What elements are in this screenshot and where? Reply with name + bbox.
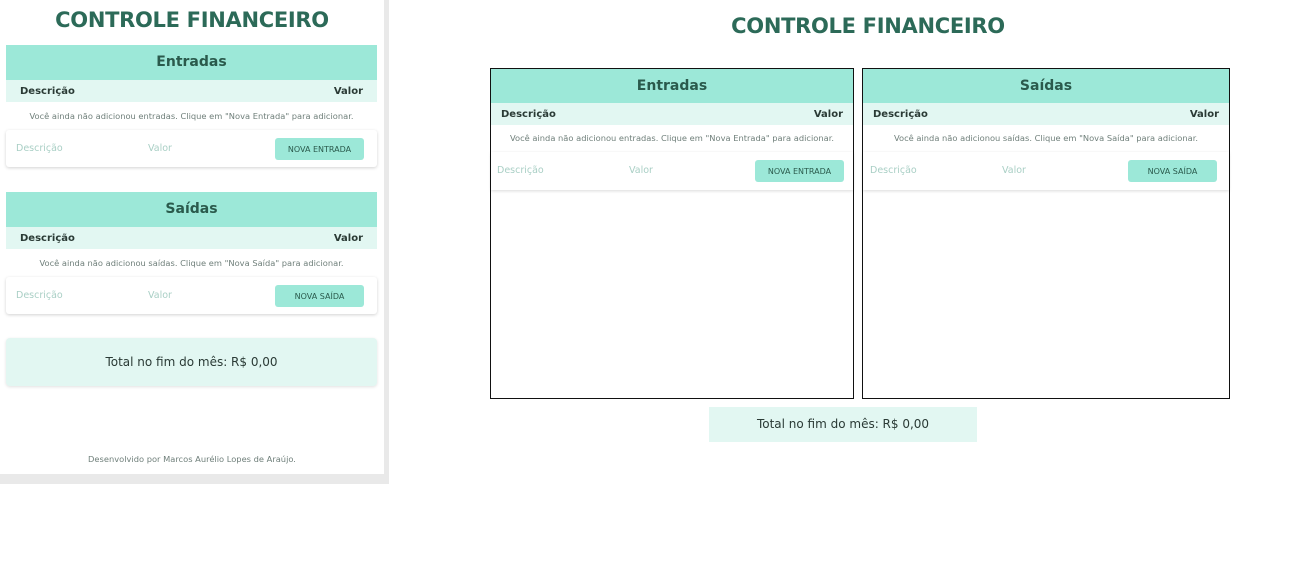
saidas-heading: Saídas	[863, 69, 1229, 103]
page-title: CONTROLE FINANCEIRO	[55, 8, 329, 32]
entrada-value-input[interactable]	[148, 140, 248, 157]
entradas-panel: Entradas Descrição Valor Você ainda não …	[490, 68, 854, 399]
footer-credit: Desenvolvido por Marcos Aurélio Lopes de…	[88, 454, 296, 464]
saidas-form: NOVA SAÍDA	[863, 152, 1229, 190]
entradas-form: NOVA ENTRADA	[491, 152, 853, 190]
entradas-section: Entradas Descrição Valor Você ainda não …	[6, 45, 377, 167]
total-summary: Total no fim do mês: R$ 0,00	[709, 407, 977, 442]
saidas-empty-message: Você ainda não adicionou saídas. Clique …	[894, 133, 1198, 143]
entradas-form: NOVA ENTRADA	[6, 130, 377, 167]
entradas-column-header: Descrição Valor	[6, 80, 377, 102]
mobile-preview-screen: CONTROLE FINANCEIRO Entradas Descrição V…	[0, 0, 384, 474]
nova-saida-button[interactable]: NOVA SAÍDA	[275, 285, 364, 307]
column-value-label: Valor	[333, 232, 363, 244]
nova-entrada-button[interactable]: NOVA ENTRADA	[755, 160, 844, 182]
entradas-empty-message: Você ainda não adicionou entradas. Cliqu…	[510, 133, 834, 143]
saida-value-input[interactable]	[1002, 162, 1102, 179]
saidas-column-header: Descrição Valor	[6, 227, 377, 249]
page-title: CONTROLE FINANCEIRO	[731, 14, 1005, 38]
entrada-value-input[interactable]	[629, 162, 729, 179]
nova-saida-button[interactable]: NOVA SAÍDA	[1128, 160, 1217, 182]
column-value-label: Valor	[1189, 108, 1219, 120]
mobile-preview-frame: CONTROLE FINANCEIRO Entradas Descrição V…	[0, 0, 389, 484]
saidas-panel: Saídas Descrição Valor Você ainda não ad…	[862, 68, 1230, 399]
entradas-heading: Entradas	[6, 45, 377, 80]
saidas-form: NOVA SAÍDA	[6, 277, 377, 314]
entradas-column-header: Descrição Valor	[491, 103, 853, 125]
saidas-heading: Saídas	[6, 192, 377, 227]
saidas-column-header: Descrição Valor	[863, 103, 1229, 125]
saidas-empty-message: Você ainda não adicionou saídas. Clique …	[39, 258, 344, 268]
saidas-section: Saídas Descrição Valor Você ainda não ad…	[6, 192, 377, 314]
entrada-description-input[interactable]	[16, 140, 126, 157]
column-value-label: Valor	[813, 108, 843, 120]
total-summary: Total no fim do mês: R$ 0,00	[6, 338, 377, 386]
column-description-label: Descrição	[501, 108, 556, 120]
saida-description-input[interactable]	[870, 162, 980, 179]
entradas-empty-message: Você ainda não adicionou entradas. Cliqu…	[29, 111, 354, 121]
entradas-heading: Entradas	[491, 69, 853, 103]
entrada-description-input[interactable]	[497, 162, 607, 179]
saida-description-input[interactable]	[16, 287, 126, 304]
nova-entrada-button[interactable]: NOVA ENTRADA	[275, 138, 364, 160]
column-description-label: Descrição	[873, 108, 928, 120]
column-description-label: Descrição	[20, 85, 75, 97]
column-value-label: Valor	[333, 85, 363, 97]
saida-value-input[interactable]	[148, 287, 248, 304]
column-description-label: Descrição	[20, 232, 75, 244]
